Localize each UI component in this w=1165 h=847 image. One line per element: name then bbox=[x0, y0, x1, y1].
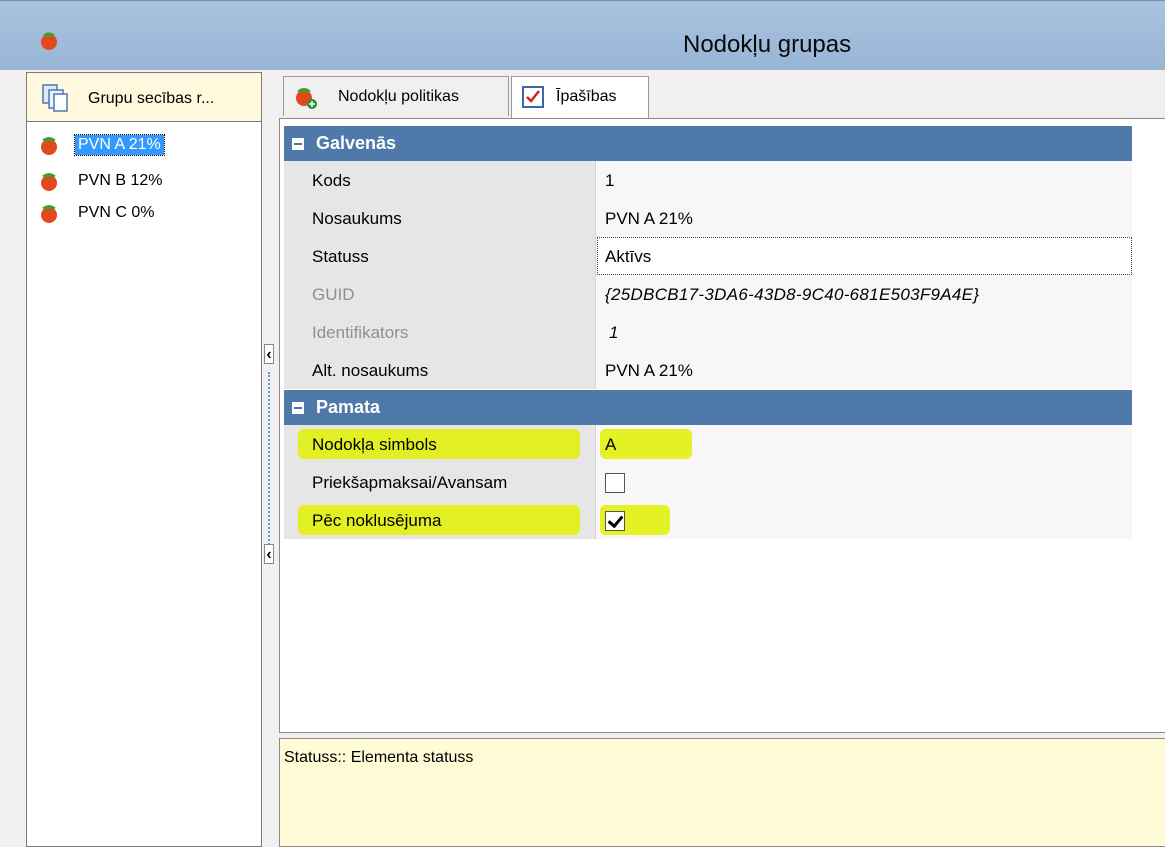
tree-item-pvn-b[interactable]: PVN B 12% bbox=[35, 169, 255, 193]
tab-label: Nodokļu politikas bbox=[338, 88, 459, 105]
tomato-icon bbox=[41, 32, 57, 50]
property-row-nodokla-simbols[interactable]: Nodokļa simbols A bbox=[284, 425, 1132, 463]
property-name: Nodokļa simbols bbox=[312, 435, 437, 454]
tomato-icon bbox=[41, 173, 57, 191]
title-bar: Nodokļu grupas bbox=[0, 0, 1165, 70]
property-row-guid: GUID {25DBCB17-3DA6-43D8-9C40-681E503F9A… bbox=[284, 275, 1132, 313]
property-row-nosaukums[interactable]: Nosaukums PVN A 21% bbox=[284, 199, 1132, 237]
description-panel: Statuss:: Elementa statuss bbox=[279, 738, 1165, 847]
splitter-grip[interactable] bbox=[268, 372, 270, 557]
group-order-label: Grupu secības r... bbox=[88, 90, 215, 107]
property-row-kods[interactable]: Kods 1 bbox=[284, 161, 1132, 199]
property-value[interactable]: A bbox=[605, 435, 616, 455]
tree-item-label: PVN B 12% bbox=[78, 172, 163, 189]
property-row-pec-noklusejuma[interactable]: Pēc noklusējuma bbox=[284, 501, 1132, 539]
property-name: Alt. nosaukums bbox=[312, 361, 429, 380]
group-order-header[interactable]: Grupu secības r... bbox=[27, 73, 261, 122]
property-name: Statuss bbox=[312, 247, 369, 266]
tomato-icon bbox=[41, 205, 57, 223]
tree-item-pvn-c[interactable]: PVN C 0% bbox=[35, 201, 255, 225]
property-value: 1 bbox=[609, 323, 619, 342]
tree-item-label: PVN C 0% bbox=[78, 204, 155, 221]
property-value[interactable]: PVN A 21% bbox=[605, 209, 693, 229]
property-name: GUID bbox=[312, 285, 355, 304]
tab-tax-policies[interactable]: Nodokļu politikas bbox=[283, 76, 509, 116]
tree-item-pvn-a[interactable]: PVN A 21% bbox=[35, 133, 255, 157]
property-row-priekšapmaksai[interactable]: Priekšapmaksai/Avansam bbox=[284, 463, 1132, 501]
status-value[interactable]: Aktīvs bbox=[605, 247, 651, 267]
collapse-left-icon[interactable]: ‹ bbox=[264, 544, 274, 564]
description-text: Statuss:: Elementa statuss bbox=[284, 749, 474, 766]
category-label: Galvenās bbox=[316, 133, 397, 153]
default-checkbox[interactable] bbox=[605, 511, 625, 531]
property-row-statuss[interactable]: Statuss Aktīvs bbox=[284, 237, 1132, 275]
property-name: Identifikators bbox=[312, 323, 409, 342]
collapse-icon[interactable] bbox=[292, 138, 304, 150]
property-row-alt-nosaukums[interactable]: Alt. nosaukums PVN A 21% bbox=[284, 351, 1132, 389]
property-name: Priekšapmaksai/Avansam bbox=[312, 473, 508, 492]
panel-splitter[interactable]: ‹ ‹ bbox=[262, 72, 276, 847]
category-pamata[interactable]: Pamata bbox=[284, 390, 1132, 425]
prepayment-checkbox[interactable] bbox=[605, 473, 625, 493]
copy-documents-icon bbox=[42, 84, 68, 112]
checklist-icon bbox=[522, 86, 544, 108]
tab-label: Īpašības bbox=[556, 88, 617, 105]
property-value[interactable]: 1 bbox=[605, 171, 614, 191]
property-name: Nosaukums bbox=[312, 209, 402, 228]
tomato-plus-icon bbox=[296, 88, 317, 109]
property-grid: Galvenās Kods 1 Nosaukums PVN A 21% Stat… bbox=[279, 118, 1165, 733]
window-title: Nodokļu grupas bbox=[683, 31, 852, 58]
group-list-panel: Grupu secības r... PVN A 21% PVN B 12% P… bbox=[26, 72, 262, 847]
guid-value: {25DBCB17-3DA6-43D8-9C40-681E503F9A4E} bbox=[605, 285, 980, 304]
collapse-icon[interactable] bbox=[292, 402, 304, 414]
property-value[interactable]: PVN A 21% bbox=[605, 361, 693, 381]
collapse-left-icon[interactable]: ‹ bbox=[264, 344, 274, 364]
category-label: Pamata bbox=[316, 397, 381, 417]
property-row-identifikators: Identifikators 1 bbox=[284, 313, 1132, 351]
category-galvenas[interactable]: Galvenās bbox=[284, 126, 1132, 161]
tab-properties[interactable]: Īpašības bbox=[511, 76, 649, 120]
tree-item-label: PVN A 21% bbox=[74, 134, 165, 156]
tomato-icon bbox=[41, 137, 57, 155]
property-name: Pēc noklusējuma bbox=[312, 511, 442, 530]
property-name: Kods bbox=[312, 171, 351, 190]
